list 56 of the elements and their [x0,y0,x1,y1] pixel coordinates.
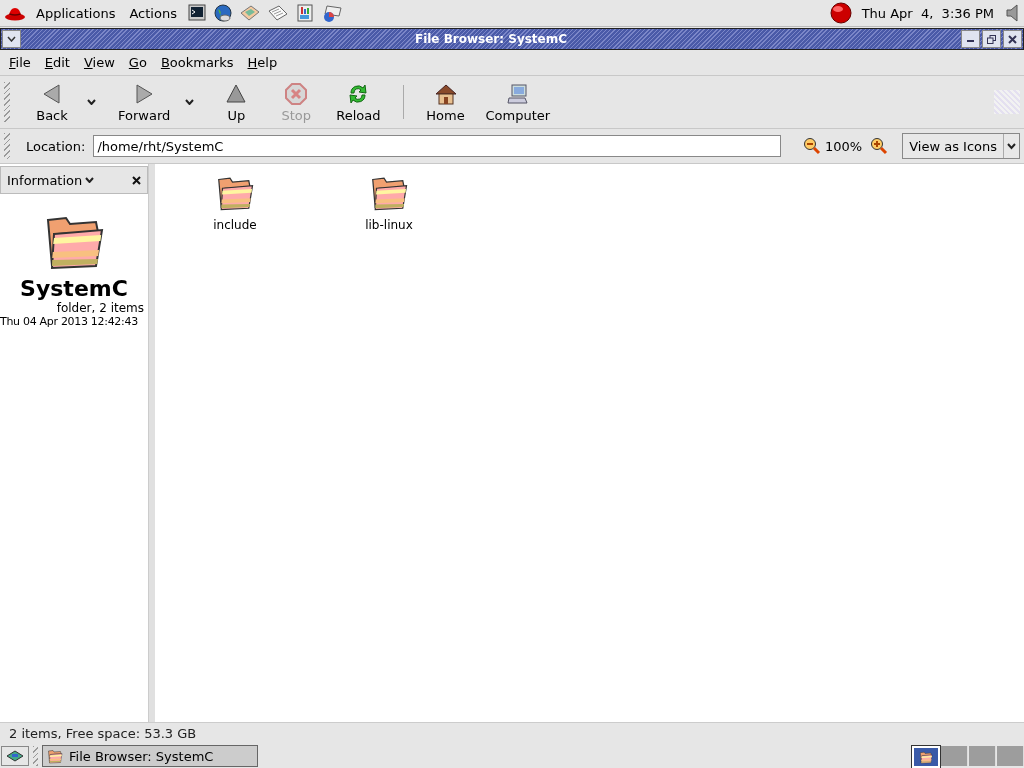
menu-item[interactable]: Go [121,55,154,70]
document-icon[interactable] [266,3,289,23]
close-button[interactable] [1003,30,1022,48]
restore-icon [987,34,996,44]
caret-icon [85,177,95,183]
presentation-icon[interactable] [294,3,315,23]
computer-button[interactable]: Computer [475,79,561,125]
clock[interactable]: Thu Apr 4, 3:36 PM [857,5,998,21]
folder-icon [47,748,63,764]
speaker-icon[interactable] [1004,4,1020,22]
stop-icon [284,81,309,106]
computer-icon [505,81,530,106]
panel-menu[interactable]: Applications [32,5,120,21]
mail-icon[interactable] [238,3,261,23]
caret-icon [7,36,16,42]
location-label: Location: [26,138,86,154]
zoom-level[interactable]: 100% [825,138,863,154]
zoom-out-icon[interactable] [803,137,821,155]
up-button[interactable]: Up [206,79,267,125]
home-button[interactable]: Home [415,79,476,125]
menu-item[interactable]: Edit [37,55,77,70]
close-icon[interactable] [132,175,141,185]
folder-date: Thu 04 Apr 2013 12:42:43 [0,315,138,328]
caret-icon [184,99,194,105]
hat-icon [4,5,26,21]
location-field[interactable]: /home/rht/SystemC [93,135,781,157]
sidebar-selector[interactable]: Information [7,172,95,188]
menu-item[interactable]: Help [240,55,285,70]
window-thumbnail-icon [919,750,933,764]
globe-icon[interactable] [212,3,233,23]
close-icon [1008,34,1017,44]
caret-icon [86,99,96,105]
menu-item[interactable]: Bookmarks [153,55,241,70]
status-text: 2 items, Free space: 53.3 GB [9,726,197,741]
show-desktop-button[interactable] [1,746,29,766]
taskbar-button[interactable]: File Browser: SystemC [42,745,258,767]
minimize-button[interactable] [961,30,980,48]
menu-item[interactable]: File [2,55,38,70]
view-mode-dropdown[interactable]: View as Icons [902,133,1020,159]
terminal-icon[interactable] [186,3,207,23]
folder-info: folder, 2 items [56,301,144,315]
folder-item[interactable]: lib-linux [349,172,429,232]
panel-menu[interactable]: Actions [125,5,181,21]
window-title: File Browser: SystemC [413,32,569,46]
folder-item[interactable]: include [195,172,275,232]
window-menu-button[interactable] [2,30,21,48]
zoom-in-icon[interactable] [870,137,889,155]
caret-icon [1007,141,1016,151]
status-ball-icon [829,2,852,24]
maximize-button[interactable] [982,30,1001,48]
back-button[interactable]: Back [22,79,82,125]
desktop-icon [5,749,25,763]
folder-name: SystemC [20,276,128,301]
reload-button[interactable]: Reload [326,79,391,125]
forward-button[interactable]: Forward [108,79,181,125]
menu-item[interactable]: View [76,55,122,70]
